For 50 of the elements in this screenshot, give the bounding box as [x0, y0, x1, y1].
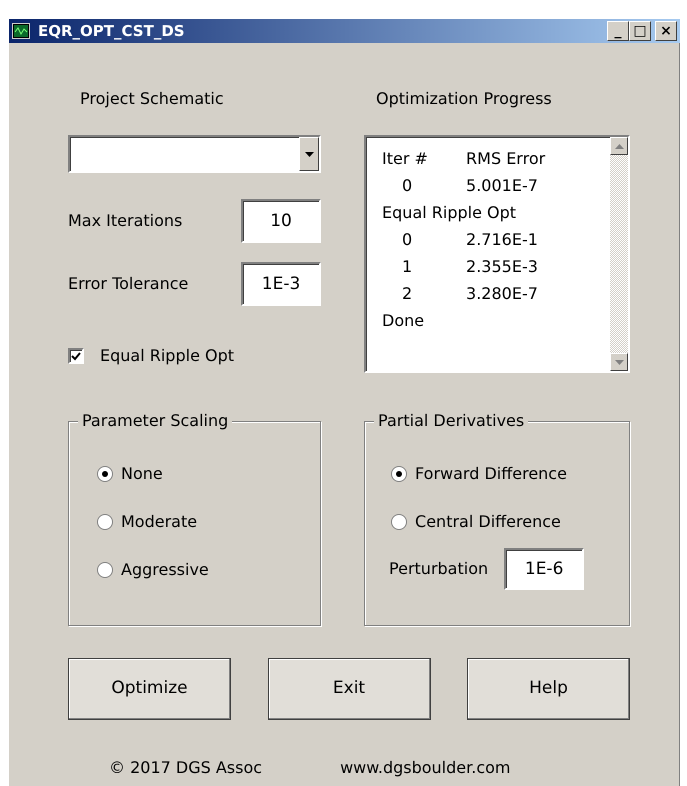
radio-button[interactable] — [97, 514, 113, 530]
radio-button[interactable] — [391, 466, 408, 482]
log-cell-text: 2.355E-3 — [466, 256, 538, 278]
check-icon — [71, 352, 81, 360]
dialog-button[interactable]: Help — [467, 658, 630, 720]
log-cell-text: 5.001E-7 — [466, 175, 538, 197]
field-label: Error Tolerance — [68, 273, 188, 295]
field-label: Max Iterations — [68, 210, 182, 232]
checkbox[interactable] — [68, 348, 84, 364]
maximize-button[interactable]: □ — [629, 21, 651, 41]
scrollbar[interactable] — [610, 137, 628, 371]
scroll-up-button[interactable] — [610, 137, 628, 155]
log-line: Done — [382, 310, 426, 332]
checkbox-label: Equal Ripple Opt — [100, 345, 234, 367]
perturbation-field[interactable]: 1E-6 — [504, 548, 584, 590]
field-label: Perturbation — [389, 558, 488, 580]
app-icon — [12, 23, 30, 39]
minimize-button[interactable]: _ — [607, 21, 629, 41]
radio-label: Moderate — [121, 511, 198, 533]
log-cell-text: 0 — [401, 229, 414, 251]
log-cell-text: 1 — [401, 256, 414, 278]
section-label: Optimization Progress — [376, 88, 553, 110]
max-iterations-field[interactable]: 10 — [241, 199, 322, 243]
close-button[interactable]: × — [655, 21, 677, 41]
radio-label: Central Difference — [415, 511, 561, 533]
column-header: RMS Error — [466, 148, 546, 170]
log-line: Equal Ripple Opt — [382, 202, 518, 224]
down-arrow-icon — [614, 360, 624, 364]
error-tolerance-field[interactable]: 1E-3 — [241, 262, 322, 306]
field-label: Project Schematic — [80, 88, 225, 110]
radio-button[interactable] — [97, 466, 113, 482]
log-cell-text: 0 — [401, 175, 414, 197]
window-title: EQR_OPT_CST_DS — [38, 20, 185, 42]
log-cell-text: 2 — [401, 283, 414, 305]
radio-button[interactable] — [97, 562, 113, 578]
dropdown-arrow-icon — [304, 152, 314, 156]
log-cell-text: 3.280E-7 — [466, 283, 538, 305]
radio-label: None — [121, 463, 163, 485]
copyright-text: © 2017 DGS Assoc — [109, 757, 262, 779]
website-link[interactable]: www.dgsboulder.com — [340, 756, 510, 780]
up-arrow-icon — [614, 144, 624, 148]
radio-label: Aggressive — [121, 559, 209, 581]
dialog-button[interactable]: Exit — [268, 658, 430, 720]
radio-label: Forward Difference — [415, 463, 567, 485]
dialog-button[interactable]: Optimize — [68, 658, 231, 720]
radio-button[interactable] — [391, 514, 408, 530]
scroll-down-button[interactable] — [610, 353, 628, 371]
project-dropdown[interactable] — [68, 135, 322, 173]
column-header: Iter # — [382, 148, 429, 170]
log-cell-text: 2.716E-1 — [466, 229, 538, 251]
